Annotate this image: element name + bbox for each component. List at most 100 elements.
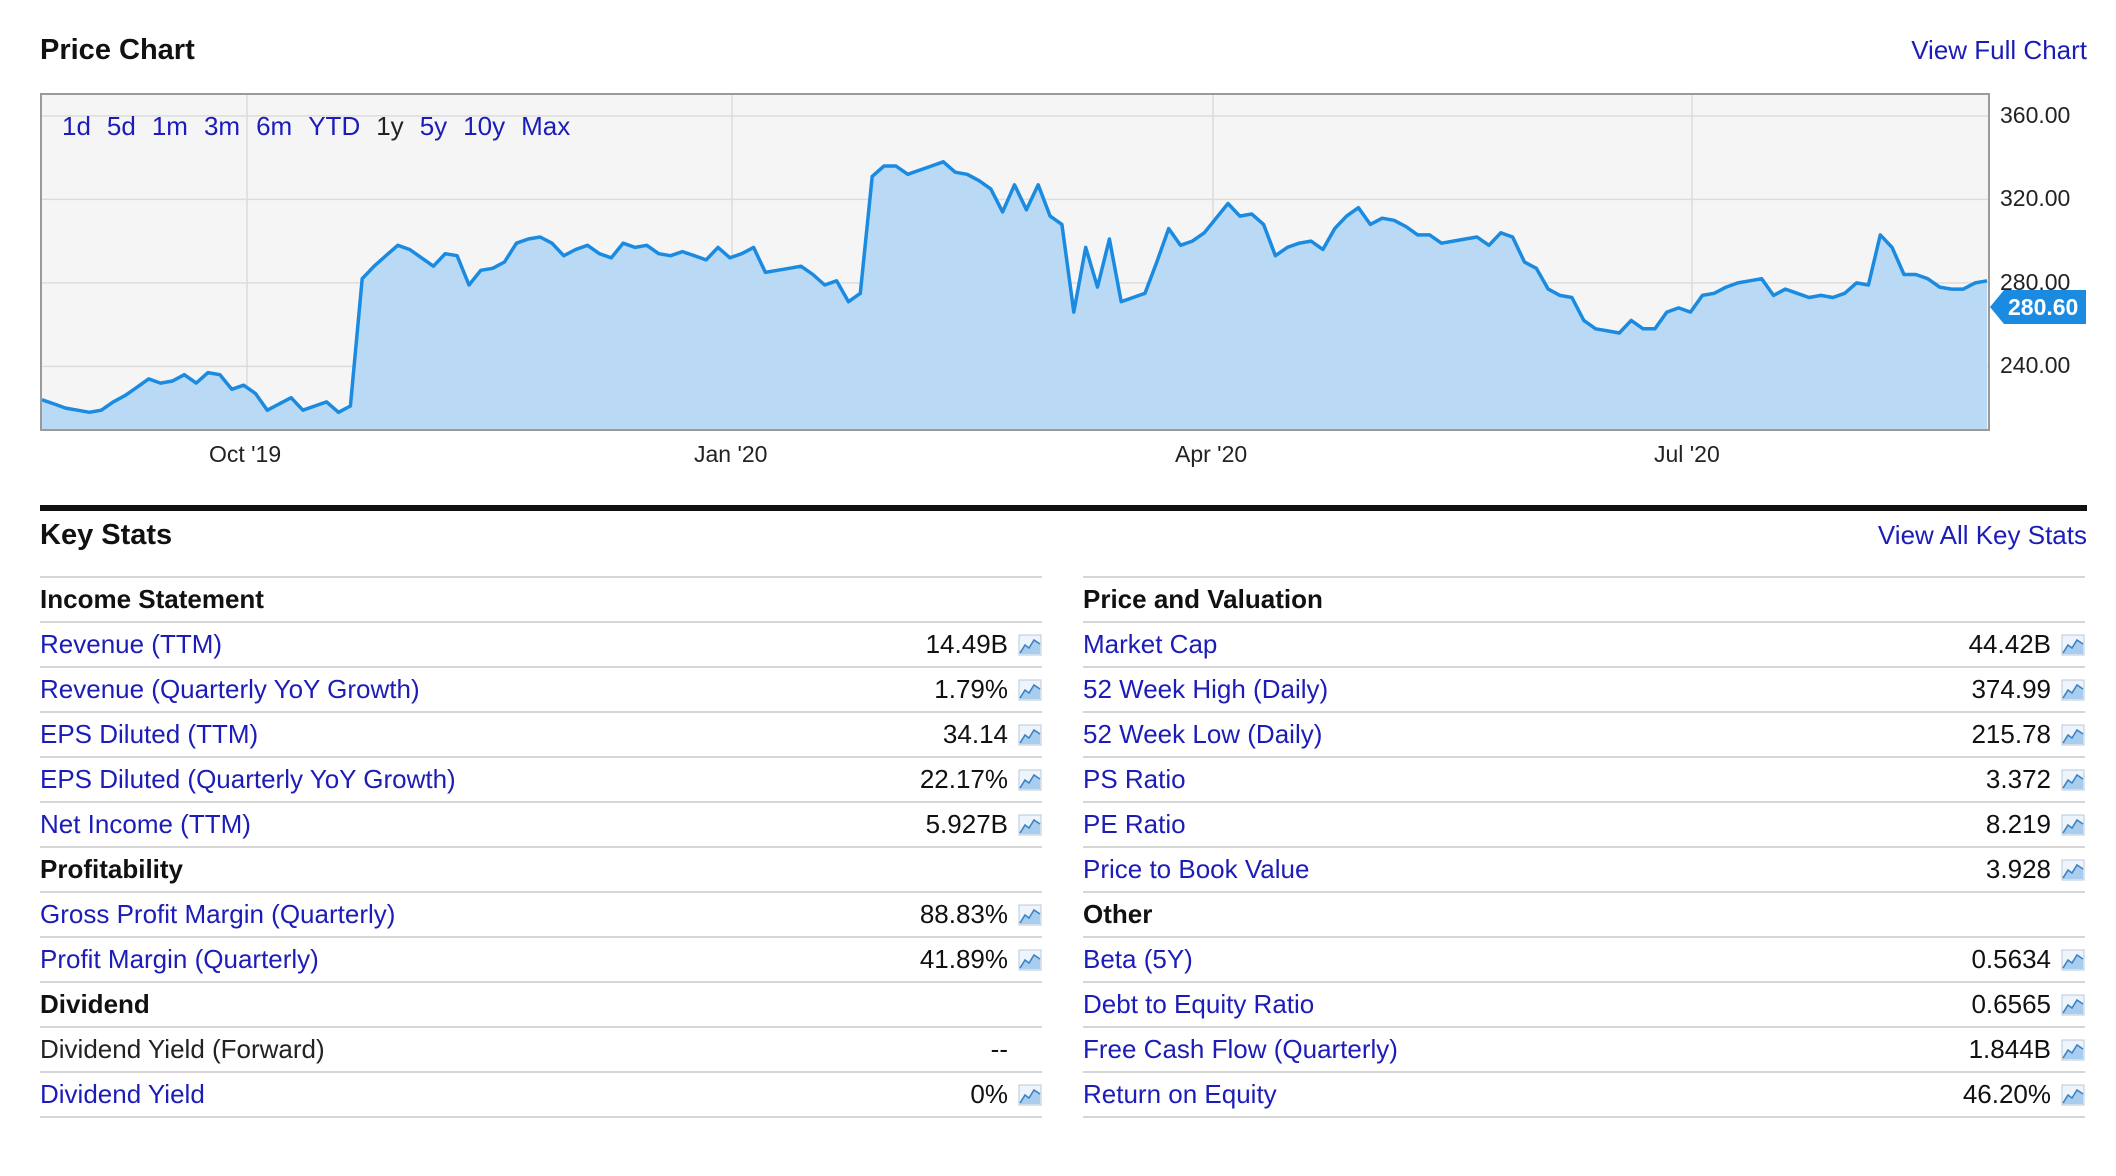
x-tick-label: Oct '19 — [209, 441, 282, 467]
stat-value: 8.219 — [1985, 809, 2051, 839]
stat-value: 0.5634 — [1971, 944, 2051, 974]
x-tick-label: Jul '20 — [1654, 441, 1720, 467]
range-1m[interactable]: 1m — [152, 111, 188, 142]
view-full-chart-link[interactable]: View Full Chart — [1911, 35, 2087, 66]
stat-value: 3.928 — [1985, 854, 2051, 884]
stat-value: 1.79% — [934, 674, 1008, 704]
current-price-value: 280.60 — [2004, 290, 2087, 324]
stat-row-profit-margin-quarterly: Profit Margin (Quarterly) 41.89% — [40, 938, 1042, 983]
stat-value: 3.372 — [1985, 764, 2051, 794]
sparkline-chart-icon[interactable] — [2061, 1084, 2085, 1106]
x-tick-label: Jan '20 — [694, 441, 768, 467]
price-chart-title: Price Chart — [40, 34, 195, 66]
stat-value: 46.20% — [1962, 1079, 2051, 1109]
key-stats-title: Key Stats — [40, 519, 173, 551]
stat-label[interactable]: EPS Diluted (TTM) — [40, 719, 943, 750]
stat-group-label: Income Statement — [40, 584, 264, 614]
stat-label[interactable]: EPS Diluted (Quarterly YoY Growth) — [40, 764, 920, 795]
stat-row-eps-diluted-quarterly-yoy-growth: EPS Diluted (Quarterly YoY Growth) 22.17% — [40, 758, 1042, 803]
stat-value: 88.83% — [919, 899, 1008, 929]
current-price-tag: 280.60 — [1990, 290, 2087, 324]
range-3m[interactable]: 3m — [204, 111, 240, 142]
stat-group-label: Profitability — [40, 854, 184, 884]
stat-row-52-week-high-daily: 52 Week High (Daily) 374.99 — [1083, 668, 2085, 713]
stat-row-revenue-quarterly-yoy-growth: Revenue (Quarterly YoY Growth) 1.79% — [40, 668, 1042, 713]
stat-label[interactable]: Price to Book Value — [1083, 854, 1986, 885]
stat-label[interactable]: Revenue (Quarterly YoY Growth) — [40, 674, 934, 705]
stat-row-price-to-book-value: Price to Book Value 3.928 — [1083, 848, 2085, 893]
stat-row-free-cash-flow-quarterly: Free Cash Flow (Quarterly) 1.844B — [1083, 1028, 2085, 1073]
sparkline-chart-icon[interactable] — [2061, 634, 2085, 656]
sparkline-chart-icon[interactable] — [2061, 949, 2085, 971]
sparkline-chart-icon[interactable] — [1018, 679, 1042, 701]
stat-value: 41.89% — [919, 944, 1008, 974]
sparkline-chart-icon[interactable] — [1018, 949, 1042, 971]
stat-label[interactable]: Free Cash Flow (Quarterly) — [1083, 1034, 1969, 1065]
stat-row-52-week-low-daily: 52 Week Low (Daily) 215.78 — [1083, 713, 2085, 758]
stat-label: Dividend Yield (Forward) — [40, 1034, 325, 1064]
range-max[interactable]: Max — [521, 111, 570, 142]
stat-label[interactable]: PE Ratio — [1083, 809, 1986, 840]
stat-row-ps-ratio: PS Ratio 3.372 — [1083, 758, 2085, 803]
sparkline-chart-icon[interactable] — [2061, 1039, 2085, 1061]
stat-label[interactable]: 52 Week High (Daily) — [1083, 674, 1971, 705]
stat-row-pe-ratio: PE Ratio 8.219 — [1083, 803, 2085, 848]
sparkline-chart-icon[interactable] — [1018, 904, 1042, 926]
stat-row-debt-to-equity-ratio: Debt to Equity Ratio 0.6565 — [1083, 983, 2085, 1028]
price-tag-arrow-icon — [1990, 290, 2004, 324]
range-selector: 1d 5d 1m 3m 6m YTD 1y 5y 10y Max — [62, 111, 570, 142]
stat-value: 34.14 — [942, 719, 1008, 749]
stat-group-header: Income Statement — [40, 576, 1042, 623]
y-tick-label: 320.00 — [2000, 185, 2071, 212]
sparkline-chart-icon[interactable] — [1018, 814, 1042, 836]
stat-group-label: Dividend — [40, 989, 150, 1019]
range-1y[interactable]: 1y — [376, 111, 403, 142]
stat-label[interactable]: 52 Week Low (Daily) — [1083, 719, 1971, 750]
stat-row-beta-5y: Beta (5Y) 0.5634 — [1083, 938, 2085, 983]
stat-label[interactable]: Beta (5Y) — [1083, 944, 1971, 975]
range-10y[interactable]: 10y — [463, 111, 505, 142]
sparkline-chart-icon[interactable] — [1018, 724, 1042, 746]
view-all-key-stats-link[interactable]: View All Key Stats — [1878, 520, 2087, 551]
stat-label[interactable]: Revenue (TTM) — [40, 629, 926, 660]
stat-value: 22.17% — [919, 764, 1008, 794]
price-area — [42, 161, 1987, 429]
range-ytd[interactable]: YTD — [308, 111, 360, 142]
stat-label[interactable]: Gross Profit Margin (Quarterly) — [40, 899, 920, 930]
stat-label[interactable]: Return on Equity — [1083, 1079, 1963, 1110]
stat-group-header: Price and Valuation — [1083, 576, 2085, 623]
y-tick-label: 240.00 — [2000, 352, 2071, 379]
sparkline-chart-icon[interactable] — [2061, 679, 2085, 701]
range-1d[interactable]: 1d — [62, 111, 91, 142]
sparkline-chart-icon[interactable] — [1018, 769, 1042, 791]
stat-row-return-on-equity: Return on Equity 46.20% — [1083, 1073, 2085, 1118]
sparkline-chart-icon[interactable] — [2061, 859, 2085, 881]
sparkline-chart-icon[interactable] — [2061, 994, 2085, 1016]
range-5y[interactable]: 5y — [420, 111, 447, 142]
range-6m[interactable]: 6m — [256, 111, 292, 142]
stat-value: -- — [990, 1034, 1008, 1064]
sparkline-chart-icon[interactable] — [2061, 724, 2085, 746]
y-tick-label: 360.00 — [2000, 101, 2071, 128]
stat-row-net-income-ttm: Net Income (TTM) 5.927B — [40, 803, 1042, 848]
stat-label[interactable]: Net Income (TTM) — [40, 809, 926, 840]
stat-label[interactable]: PS Ratio — [1083, 764, 1986, 795]
stat-group-header: Dividend — [40, 983, 1042, 1028]
price-chart-header: Price Chart View Full Chart — [40, 34, 2087, 67]
stat-label[interactable]: Dividend Yield — [40, 1079, 970, 1110]
sparkline-chart-icon[interactable] — [1018, 1084, 1042, 1106]
stat-row-revenue-ttm: Revenue (TTM) 14.49B — [40, 623, 1042, 668]
sparkline-chart-icon[interactable] — [2061, 814, 2085, 836]
stat-label[interactable]: Debt to Equity Ratio — [1083, 989, 1971, 1020]
x-tick-label: Apr '20 — [1175, 441, 1248, 467]
sparkline-chart-icon[interactable] — [2061, 769, 2085, 791]
stat-value: 374.99 — [1971, 674, 2051, 704]
stat-row-gross-profit-margin-quarterly: Gross Profit Margin (Quarterly) 88.83% — [40, 893, 1042, 938]
stat-group-label: Other — [1083, 899, 1153, 929]
stat-value: 5.927B — [925, 809, 1008, 839]
stat-value: 215.78 — [1971, 719, 2051, 749]
stat-label[interactable]: Market Cap — [1083, 629, 1969, 660]
range-5d[interactable]: 5d — [107, 111, 136, 142]
sparkline-chart-icon[interactable] — [1018, 634, 1042, 656]
stat-label[interactable]: Profit Margin (Quarterly) — [40, 944, 920, 975]
